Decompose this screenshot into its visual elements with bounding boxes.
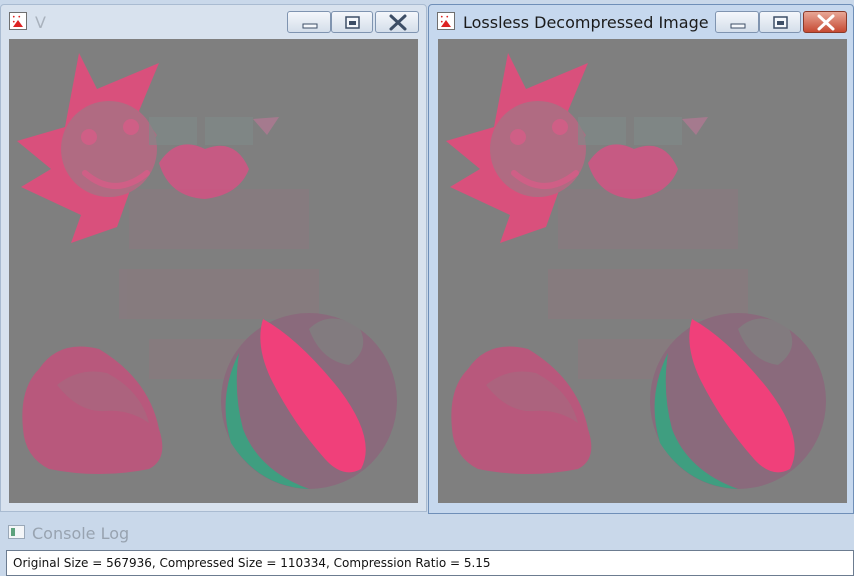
titlebar[interactable]: • • • Lossless Decompressed Image [429, 5, 853, 39]
console-log-panel[interactable]: Original Size = 567936, Compressed Size … [6, 550, 854, 576]
minimize-button[interactable] [287, 11, 331, 33]
console-icon [8, 525, 25, 539]
maximize-button[interactable] [331, 11, 373, 33]
close-icon [817, 14, 835, 31]
minimize-icon [302, 23, 318, 29]
close-button[interactable] [803, 11, 847, 33]
image-app-icon[interactable]: • • • [437, 12, 455, 30]
maximize-button[interactable] [759, 11, 801, 33]
close-button[interactable] [375, 11, 419, 33]
close-icon [389, 14, 407, 31]
minimize-button[interactable] [715, 11, 759, 33]
titlebar[interactable]: • • • V [1, 5, 426, 39]
maximize-icon [345, 16, 360, 29]
console-log-line: Original Size = 567936, Compressed Size … [13, 556, 491, 570]
image-content [9, 39, 418, 503]
window-lossless-decompressed[interactable]: • • • Lossless Decompressed Image [428, 4, 854, 514]
image-canvas[interactable] [438, 39, 847, 503]
image-app-icon[interactable]: • • • [9, 12, 27, 30]
minimize-icon [730, 23, 746, 29]
image-content [438, 39, 847, 503]
window-title: V [35, 13, 46, 32]
window-v[interactable]: • • • V [0, 4, 427, 512]
image-canvas[interactable] [9, 39, 418, 503]
console-title: Console Log [32, 524, 130, 543]
maximize-icon [773, 16, 788, 29]
window-title: Lossless Decompressed Image [463, 13, 709, 32]
console-log-header[interactable]: Console Log [0, 516, 854, 550]
desktop: • • • V • • • Lossless Decompressed Imag… [0, 0, 854, 576]
